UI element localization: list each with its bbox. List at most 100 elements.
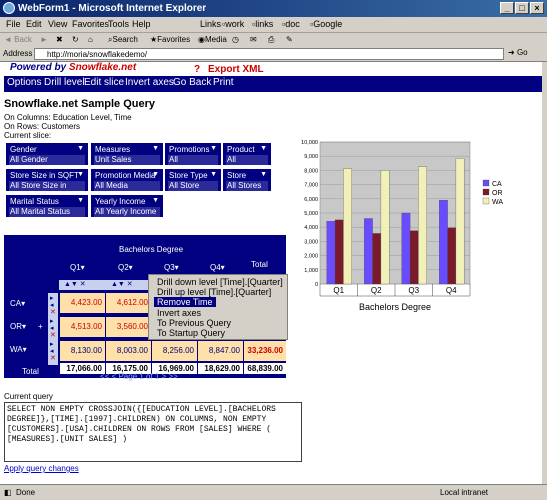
help-link[interactable]: ? — [194, 64, 200, 75]
col-header-q4[interactable]: Q4▾ — [210, 263, 225, 272]
search-button[interactable]: ⌕Search — [108, 35, 138, 45]
slice-promotions[interactable]: Promotions▼ All Promotions — [165, 143, 221, 174]
slice-gender[interactable]: Gender ▼ All Gender — [6, 143, 88, 165]
cell-or-q2: 3,560.00 — [106, 317, 151, 337]
link-work[interactable]: ▫work — [222, 19, 244, 29]
link-links[interactable]: ▫links — [252, 19, 273, 29]
row-header-wa[interactable]: WA▾ — [10, 345, 27, 354]
cell-wa-q3: 8,256.00 — [152, 341, 197, 361]
y-tick-label: 6,000 — [304, 197, 318, 203]
nav-go-back[interactable]: Go Back — [173, 77, 211, 88]
chart-x-label: Bachelors Degree — [359, 302, 431, 312]
ctx-startup-query[interactable]: To Startup Query — [157, 328, 225, 338]
stop-icon[interactable]: ✖ — [56, 35, 63, 44]
row-header-ca[interactable]: CA▾ — [10, 299, 25, 308]
legend-label-wa: WA — [492, 199, 503, 206]
legend-swatch-wa — [482, 197, 490, 205]
slice-measures[interactable]: Measures ▼ Unit Sales — [91, 143, 163, 165]
brand-logo[interactable]: Powered by Snowflake.net — [10, 62, 136, 73]
print-icon[interactable]: ⎙ — [268, 35, 274, 45]
y-tick-label: 8,000 — [304, 168, 318, 174]
back-button[interactable]: ◄ Back — [4, 35, 32, 44]
dropdown-arrow-icon: ▼ — [260, 145, 267, 152]
row-header-or[interactable]: OR▾ — [10, 322, 26, 331]
col-header-q1[interactable]: Q1▾ — [70, 263, 85, 272]
link-google[interactable]: ▫Google — [310, 19, 342, 29]
edit-icon[interactable]: ✎ — [286, 35, 293, 44]
mail-icon[interactable]: ✉ — [250, 35, 257, 44]
nav-print[interactable]: Print — [213, 77, 234, 88]
history-icon[interactable]: ◷ — [232, 35, 239, 44]
ctx-remove-time[interactable]: Remove Time — [154, 297, 216, 307]
address-label: Address — [3, 49, 33, 58]
cell-wa-q1: 8,130.00 — [60, 341, 105, 361]
dropdown-arrow-icon: ▼ — [152, 171, 159, 178]
sort-icon[interactable]: ▲▼ ✕ — [111, 280, 133, 288]
slice-store-size[interactable]: Store Size in SQFT▼ All Store Size in SQ… — [6, 169, 88, 200]
link-doc[interactable]: ▫doc — [282, 19, 300, 29]
col-header-q2[interactable]: Q2▾ — [118, 263, 133, 272]
bar-or-q2 — [372, 233, 382, 285]
y-tick-label: 10,000 — [301, 140, 318, 146]
slice-store[interactable]: Store ▼ All Stores — [223, 169, 271, 191]
forward-button[interactable]: ► — [40, 35, 48, 44]
favorites-button[interactable]: ★Favorites — [150, 35, 190, 44]
ctx-previous-query[interactable]: To Previous Query — [157, 318, 231, 328]
menu-file[interactable]: File — [6, 19, 21, 29]
expand-icon[interactable]: + — [38, 322, 43, 331]
title-bar: WebForm1 - Microsoft Internet Explorer _… — [0, 0, 547, 17]
maximize-button[interactable]: □ — [515, 2, 529, 14]
legend-swatch-or — [482, 188, 490, 196]
address-bar: Address http://moria/snowflakedemo/ ➜ Go — [0, 46, 547, 62]
go-button[interactable]: ➜ Go — [508, 48, 528, 57]
status-zone: Local intranet — [440, 488, 489, 497]
bar-wa-q2 — [380, 170, 390, 285]
query-textarea[interactable]: SELECT NON EMPTY CROSSJOIN({[EDUCATION L… — [4, 402, 302, 462]
slice-product[interactable]: Product▼ All Products — [223, 143, 271, 174]
vertical-scrollbar[interactable] — [542, 62, 547, 484]
cell-wa-q4: 8,847.00 — [198, 341, 243, 361]
refresh-icon[interactable]: ↻ — [72, 35, 79, 44]
slice-yearly-income[interactable]: Yearly Income ▼ All Yearly Income — [91, 195, 163, 217]
slice-promotion-media[interactable]: Promotion Media ▼ All Media — [91, 169, 163, 191]
menu-help[interactable]: Help — [132, 19, 151, 29]
page-content: Powered by Snowflake.net ? Export XML Op… — [0, 62, 542, 484]
x-tick-label: Q4 — [446, 286, 457, 295]
minimize-button[interactable]: _ — [500, 2, 514, 14]
ctx-invert-axes[interactable]: Invert axes — [157, 308, 201, 318]
slice-marital-status[interactable]: Marital Status ▼ All Marital Status — [6, 195, 88, 217]
bar-chart: 0 1,000 2,000 3,000 4,000 5,000 6,000 7,000 8,00… — [301, 140, 503, 312]
nav-edit-slice[interactable]: Edit slice — [84, 77, 124, 88]
address-input[interactable]: http://moria/snowflakedemo/ — [34, 48, 504, 60]
pager[interactable]: << < Page 1 of 1 > >> — [100, 372, 178, 381]
current-slice-label: Current slice: — [4, 131, 52, 140]
export-xml-link[interactable]: Export XML — [208, 64, 264, 75]
close-button[interactable]: × — [530, 2, 544, 14]
menu-edit[interactable]: Edit — [26, 19, 42, 29]
nav-drill-level[interactable]: Drill level — [44, 77, 85, 88]
cell-or-q1: 4,513.00 — [60, 317, 105, 337]
remove-icon: ✕ — [50, 332, 56, 339]
apply-query-link[interactable]: Apply query changes — [4, 464, 79, 473]
dropdown-arrow-icon: ▼ — [210, 171, 217, 178]
dropdown-arrow-icon: ▼ — [152, 145, 159, 152]
menu-tools[interactable]: Tools — [108, 19, 129, 29]
chart-x-axis: Q1 Q2 Q3 Q4 — [319, 284, 471, 297]
y-tick-label: 0 — [315, 282, 318, 288]
home-icon[interactable]: ⌂ — [88, 35, 93, 44]
ctx-drill-up[interactable]: Drill up level [Time].[Quarter] — [157, 287, 271, 297]
chart-y-axis: 0 1,000 2,000 3,000 4,000 5,000 6,000 7,000 8,00… — [301, 140, 318, 288]
rows-info: On Rows: Customers — [4, 122, 81, 131]
nav-options[interactable]: Options — [7, 77, 41, 88]
col-header-q3[interactable]: Q3▾ — [164, 263, 179, 272]
menu-bar: File Edit View Favorites Tools Help Link… — [0, 17, 547, 33]
menu-view[interactable]: View — [48, 19, 67, 29]
nav-invert-axes[interactable]: Invert axes — [125, 77, 174, 88]
y-tick-label: 1,000 — [304, 268, 318, 274]
media-button[interactable]: ◉Media — [198, 35, 227, 44]
menu-favorites[interactable]: Favorites — [72, 19, 109, 29]
sort-icon[interactable]: ▲▼ ✕ — [64, 280, 86, 288]
slice-store-type[interactable]: Store Type ▼ All Store Type — [165, 169, 221, 200]
row-arrow-controls: ▸ ◂ ✕ ▸ ◂ ✕ ▸ ◂ ✕ — [48, 293, 58, 365]
ctx-drill-down[interactable]: Drill down level [Time].[Quarter] — [157, 277, 283, 287]
